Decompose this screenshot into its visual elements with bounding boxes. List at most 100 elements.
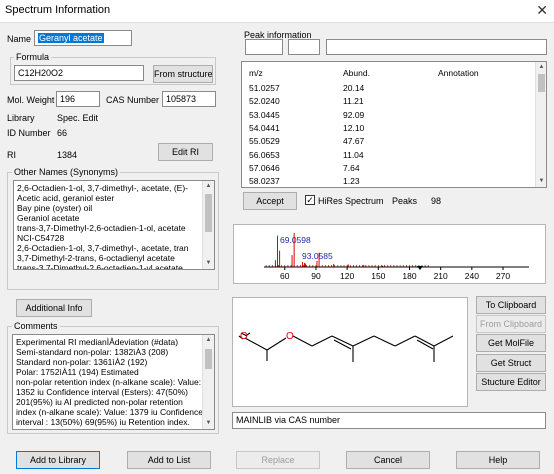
- peak-abund: 11.04: [343, 149, 364, 160]
- x-tick-label: 120: [340, 271, 354, 281]
- window-title: Spectrum Information: [5, 4, 111, 16]
- hires-label: HiRes Spectrum: [318, 196, 384, 206]
- peak-row[interactable]: 56.0653 11.04: [242, 150, 532, 162]
- synonym-item[interactable]: Geraniol acetate: [14, 213, 214, 223]
- comments-textarea[interactable]: Experimental RI medianÌÂdeviation (#data…: [12, 334, 215, 430]
- synonym-item[interactable]: Bay pine (oyster) oil: [14, 203, 214, 213]
- scroll-thumb[interactable]: [205, 349, 212, 369]
- peak-table-scrollbar[interactable]: ▲ ▼: [535, 62, 546, 187]
- peak-mz: 52.0240: [249, 96, 280, 107]
- oxygen-carbonyl-label: O: [240, 331, 248, 342]
- comment-line: 1. Value: 1360 iu Column Type: Capillary…: [13, 427, 214, 429]
- scroll-down-icon[interactable]: ▼: [203, 418, 214, 429]
- peak-abund: 1.23: [343, 176, 360, 187]
- comment-line: 201(95%) iu AI predicted non-polar reten…: [16, 397, 183, 407]
- accept-button[interactable]: Accept: [243, 192, 297, 210]
- edit-ri-button[interactable]: Edit RI: [158, 143, 213, 161]
- scroll-up-icon[interactable]: ▲: [203, 335, 214, 346]
- other-names-group-title: Other Names (Synonyms): [12, 167, 121, 177]
- peak-row[interactable]: 53.0445 92.09: [242, 110, 532, 122]
- peak-abund: 20.14: [343, 83, 365, 93]
- get-molfile-button[interactable]: Get MolFile: [476, 334, 546, 352]
- peak-label-primary: 69.0598: [280, 235, 311, 245]
- peak-abund: 47.67: [343, 136, 365, 147]
- title-bar: Spectrum Information ✕: [0, 0, 554, 22]
- synonym-item[interactable]: 2,6-Octadien-1-ol, 3,7-dimethyl-, acetat…: [14, 243, 214, 253]
- ri-label: RI: [7, 150, 16, 160]
- scroll-thumb[interactable]: [538, 74, 545, 92]
- column-header-annotation[interactable]: Annotation: [438, 68, 479, 78]
- library-value: Spec. Edit: [57, 113, 99, 123]
- peak-table[interactable]: m/z Abund. Annotation 51.0257 20.14 52.024…: [241, 61, 547, 188]
- synonym-item[interactable]: 2,6-Octadien-1-ol, 3,7-dimethyl-, acetat…: [14, 183, 214, 193]
- other-names-rows: 2,6-Octadien-1-ol, 3,7-dimethyl-, acetat…: [14, 181, 214, 269]
- cas-label: CAS Number: [106, 95, 160, 105]
- comments-scrollbar[interactable]: ▲ ▼: [202, 335, 214, 429]
- peak-mz: 56.0653: [249, 149, 280, 160]
- structure-editor-button[interactable]: Stucture Editor: [476, 373, 546, 391]
- help-button[interactable]: Help: [456, 451, 540, 469]
- name-label: Name: [7, 34, 32, 44]
- scroll-thumb[interactable]: [205, 194, 212, 232]
- formula-field[interactable]: C12H20O2: [14, 65, 144, 81]
- synonym-item[interactable]: 3,7-Dimethyl-2-trans, 6-octadienyl aceta…: [14, 253, 214, 263]
- synonym-item[interactable]: trans-3,7-Dimethyl-2,6-octadien-1-yl ace…: [14, 263, 214, 269]
- replace-button[interactable]: Replace: [236, 451, 320, 469]
- comment-line: Polar: 1752ìÀ11 (194) Estimated: [16, 367, 139, 377]
- x-tick-label: 60: [280, 271, 290, 281]
- peak-annotation-input[interactable]: [326, 39, 547, 55]
- peak-abund: 92.09: [343, 109, 365, 120]
- peak-row[interactable]: 51.0257 20.14: [242, 83, 532, 95]
- peak-mz: 57.0646: [249, 162, 280, 173]
- peak-abund: 12.10: [343, 122, 365, 133]
- to-clipboard-button[interactable]: To Clipboard: [476, 296, 546, 314]
- scroll-down-icon[interactable]: ▼: [203, 258, 214, 269]
- comment-line: Standard non-polar: 1361ìÀ2 (192): [16, 357, 148, 367]
- peak-row[interactable]: 54.0441 12.10: [242, 123, 532, 135]
- peak-mz: 55.0529: [249, 136, 280, 147]
- peak-abund-input[interactable]: [288, 39, 320, 55]
- hires-checkbox[interactable]: ✓: [305, 195, 315, 205]
- synonym-item[interactable]: Acetic acid, geraniol ester: [14, 193, 214, 203]
- peak-row[interactable]: 52.0240 11.21: [242, 96, 532, 108]
- from-structure-button[interactable]: From structure: [153, 65, 213, 83]
- name-value: Geranyl acetate: [38, 33, 104, 43]
- peak-row[interactable]: 55.0529 47.67: [242, 136, 532, 148]
- other-names-scrollbar[interactable]: ▲ ▼: [202, 181, 214, 269]
- synonym-item[interactable]: trans-3,7-Dimethyl-2,6-octadien-1-ol, ac…: [14, 223, 214, 233]
- peak-mz: 51.0257: [249, 83, 280, 93]
- peak-row[interactable]: 57.0646 7.64: [242, 163, 532, 175]
- mol-weight-field[interactable]: 196: [56, 91, 100, 107]
- peak-mz: 54.0441: [249, 122, 280, 133]
- synonym-item[interactable]: NCI-C54728: [14, 233, 214, 243]
- add-to-library-button[interactable]: Add to Library: [16, 451, 100, 469]
- source-field[interactable]: MAINLIB via CAS number: [232, 412, 546, 429]
- scroll-up-icon[interactable]: ▲: [536, 62, 546, 73]
- column-header-abund[interactable]: Abund.: [343, 68, 370, 78]
- id-number-value: 66: [57, 128, 68, 138]
- spectrum-marker-icon: [417, 266, 423, 270]
- x-tick-label: 270: [496, 271, 510, 281]
- from-clipboard-button[interactable]: From Clipboard: [476, 315, 546, 333]
- cas-field[interactable]: 105873: [162, 91, 216, 107]
- scroll-up-icon[interactable]: ▲: [203, 181, 214, 192]
- other-names-list[interactable]: 2,6-Octadien-1-ol, 3,7-dimethyl-, acetat…: [13, 180, 215, 270]
- add-to-list-button[interactable]: Add to List: [127, 451, 211, 469]
- formula-group-title: Formula: [14, 52, 52, 62]
- close-icon[interactable]: ✕: [536, 2, 548, 19]
- column-header-mz[interactable]: m/z: [249, 68, 263, 78]
- spectrum-panel[interactable]: 69.0598 93.0585 60 90 120 150 180 210 240 270: [233, 224, 546, 284]
- peak-mz-input[interactable]: [245, 39, 283, 55]
- name-field[interactable]: Geranyl acetate: [34, 30, 132, 46]
- comment-line: Semi-standard non-polar: 1382ìÀ3 (208): [16, 347, 169, 357]
- scroll-down-icon[interactable]: ▼: [536, 176, 546, 187]
- peaks-value: 98: [431, 196, 442, 206]
- comment-line: non-polar retention index (n-alkane scal…: [16, 377, 202, 387]
- x-tick-label: 210: [434, 271, 448, 281]
- cancel-button[interactable]: Cancel: [346, 451, 430, 469]
- peak-label-secondary: 93.0585: [302, 251, 333, 261]
- additional-info-button[interactable]: Additional Info: [16, 299, 92, 317]
- get-struct-button[interactable]: Get Struct: [476, 354, 546, 372]
- peak-row[interactable]: 58.0237 1.23: [242, 176, 532, 187]
- structure-panel[interactable]: O O: [232, 297, 468, 407]
